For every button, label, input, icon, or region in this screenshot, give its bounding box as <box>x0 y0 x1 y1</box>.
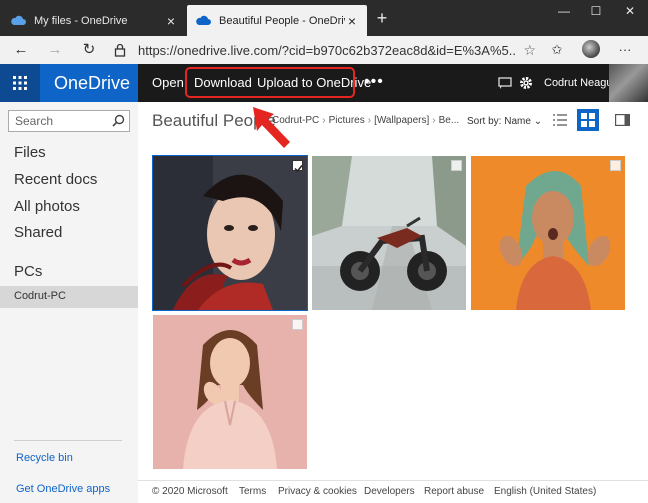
red-highlight-box <box>185 67 355 98</box>
sort-label: Sort by: Name <box>467 116 531 127</box>
lock-icon <box>114 43 126 57</box>
nav-shared[interactable]: Shared <box>14 224 62 241</box>
feedback-icon[interactable] <box>498 64 512 102</box>
forward-arrow-icon[interactable]: → <box>44 39 66 61</box>
nav-all-photos[interactable]: All photos <box>14 198 80 215</box>
close-icon[interactable]: × <box>164 13 178 29</box>
onedrive-cloud-icon <box>11 15 26 25</box>
tab-my-files[interactable]: My files - OneDrive × <box>2 5 186 36</box>
maximize-button[interactable]: ☐ <box>586 4 606 18</box>
favorites-icon[interactable]: ✩ <box>546 39 568 61</box>
footer-language-link[interactable]: English (United States) <box>494 486 596 497</box>
favorite-star-icon[interactable]: ☆ <box>523 42 536 59</box>
url-text: https://onedrive.live.com/?cid=b970c62b3… <box>138 42 518 58</box>
minimize-button[interactable]: — <box>554 4 574 18</box>
list-view-icon[interactable] <box>549 109 571 131</box>
chevron-right-icon: › <box>432 115 436 126</box>
back-arrow-icon[interactable]: ← <box>10 39 32 61</box>
photo-tile[interactable] <box>152 155 308 311</box>
more-commands-icon[interactable]: ••• <box>364 64 384 100</box>
refresh-icon[interactable]: ↻ <box>78 39 100 61</box>
footer-report-abuse-link[interactable]: Report abuse <box>424 486 484 497</box>
window-close-button[interactable]: ✕ <box>620 4 640 18</box>
tab-title: My files - OneDrive <box>34 14 128 27</box>
red-arrow-annotation <box>253 107 290 148</box>
breadcrumb-item[interactable]: Be... <box>439 115 460 126</box>
nav-recent-docs[interactable]: Recent docs <box>14 171 97 188</box>
browser-profile-avatar[interactable] <box>582 40 600 58</box>
select-checkbox[interactable] <box>292 160 303 173</box>
search-input[interactable]: Search <box>8 110 130 132</box>
settings-gear-icon[interactable] <box>519 64 533 102</box>
photo-tile[interactable] <box>471 156 625 310</box>
nav-pc-label: Codrut-PC <box>14 290 66 302</box>
tab-title: Beautiful People - OneDrive <box>219 14 345 27</box>
search-icon <box>112 114 125 127</box>
onedrive-brand[interactable]: OneDrive <box>40 64 138 102</box>
left-navigation: Search Files Recent docs All photos Shar… <box>0 102 138 503</box>
photo-tile[interactable] <box>312 156 466 310</box>
photo-woman-pink-blouse <box>153 315 307 469</box>
address-bar-row: ← → ↻ https://onedrive.live.com/?cid=b97… <box>0 36 648 64</box>
main-content: Beautiful People Codrut-PC › Pictures › [Wal… <box>138 102 648 503</box>
photo-woman-green-hair-orange <box>471 156 625 310</box>
chevron-down-icon: ⌄ <box>533 116 543 127</box>
footer-privacy-link[interactable]: Privacy & cookies <box>278 486 357 497</box>
more-options-icon[interactable]: ··· <box>614 39 636 61</box>
select-checkbox[interactable] <box>451 160 462 171</box>
close-icon[interactable]: × <box>345 13 359 29</box>
user-avatar[interactable] <box>609 64 648 102</box>
sort-by-dropdown[interactable]: Sort by: Name ⌄ <box>467 116 542 127</box>
photo-tile[interactable] <box>153 315 307 469</box>
page-footer: © 2020 Microsoft Terms Privacy & cookies… <box>138 480 648 503</box>
user-name[interactable]: Codrut Neagu <box>544 64 613 102</box>
breadcrumb: Codrut-PC › Pictures › [Wallpapers] › Be... <box>272 115 459 126</box>
footer-terms-link[interactable]: Terms <box>239 486 266 497</box>
photo-woman-red-feathers <box>153 156 307 310</box>
onedrive-cloud-icon <box>196 15 211 25</box>
nav-pc-codrut[interactable]: Codrut-PC <box>0 286 138 308</box>
get-onedrive-apps-link[interactable]: Get OneDrive apps <box>16 483 110 495</box>
footer-copyright: © 2020 Microsoft <box>152 486 228 497</box>
chevron-right-icon: › <box>367 115 372 126</box>
recycle-bin-link[interactable]: Recycle bin <box>16 452 73 464</box>
select-checkbox[interactable] <box>292 319 303 330</box>
nav-pcs-heading[interactable]: PCs <box>14 263 42 280</box>
details-pane-icon[interactable] <box>611 109 633 131</box>
breadcrumb-item[interactable]: Pictures <box>329 115 365 126</box>
url-field[interactable]: https://onedrive.live.com/?cid=b970c62b3… <box>112 39 536 61</box>
nav-divider <box>14 440 122 441</box>
open-button[interactable]: Open <box>152 64 184 102</box>
search-placeholder: Search <box>15 114 54 128</box>
chevron-right-icon: › <box>322 115 326 126</box>
footer-developers-link[interactable]: Developers <box>364 486 415 497</box>
nav-files[interactable]: Files <box>14 144 46 161</box>
browser-tab-strip: My files - OneDrive × Beautiful People -… <box>0 0 648 36</box>
app-launcher-icon[interactable] <box>0 64 40 102</box>
photo-motorcycle-road <box>312 156 466 310</box>
new-tab-button[interactable]: + <box>372 8 392 29</box>
checkmark-icon <box>294 165 303 173</box>
tiles-view-icon[interactable] <box>577 109 599 131</box>
breadcrumb-item[interactable]: [Wallpapers] <box>374 115 429 126</box>
select-checkbox[interactable] <box>610 160 621 171</box>
tab-beautiful-people[interactable]: Beautiful People - OneDrive × <box>187 5 367 36</box>
